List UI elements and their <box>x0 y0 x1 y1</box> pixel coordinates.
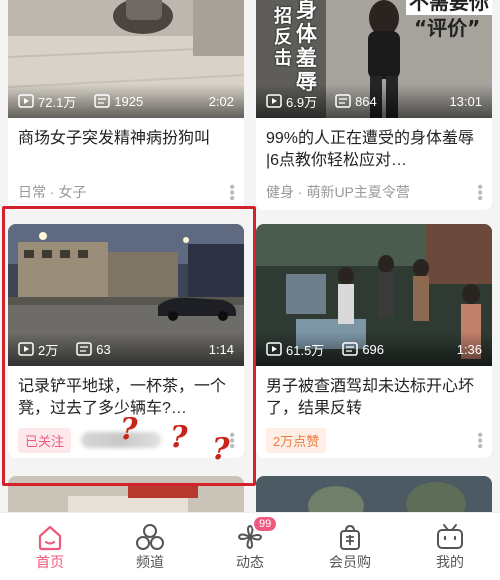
video-card-partial[interactable] <box>256 476 492 512</box>
more-options-icon[interactable]: ••• <box>471 432 488 449</box>
danmaku-count: 1925 <box>114 93 144 109</box>
view-count: 61.5万 <box>286 342 325 358</box>
video-category[interactable]: 健身 · 萌新UP主夏令营 <box>266 182 410 202</box>
more-options-icon[interactable]: ••• <box>223 184 240 201</box>
shopping-bag-icon <box>340 524 360 550</box>
tab-label: 我的 <box>436 553 464 570</box>
thumbnail-stats: 72.1万 1925 2:02 <box>8 84 244 118</box>
video-card[interactable]: 招反击 身体羞辱 不需要你 “评价” 6.9万 864 13:01 99%的人正… <box>256 0 492 210</box>
video-duration: 13:01 <box>449 93 482 109</box>
tab-channel[interactable]: 频道 <box>100 513 200 580</box>
video-card[interactable]: 61.5万 696 1:36 男子被查酒驾却未达标开心坏了，结果反转 2万点赞 … <box>256 224 492 458</box>
more-options-icon[interactable]: ••• <box>471 184 488 201</box>
video-title[interactable]: 99%的人正在遭受的身体羞辱 |6点教你轻松应对… <box>256 118 492 174</box>
video-thumbnail[interactable]: 61.5万 696 1:36 <box>256 224 492 366</box>
home-icon <box>38 525 62 550</box>
tv-icon <box>437 523 463 549</box>
play-count-icon <box>18 94 34 108</box>
channel-icon <box>136 523 164 550</box>
video-duration: 2:02 <box>208 93 234 109</box>
tab-dynamic[interactable]: 99 动态 <box>200 513 300 580</box>
cover-text-left: 招反击 <box>274 6 292 69</box>
tab-label: 会员购 <box>329 553 371 570</box>
video-feed: 72.1万 1925 2:02 商场女子突发精神病扮狗叫 日常 · 女子 ••• <box>0 0 500 512</box>
thumbnail-stats: 61.5万 696 1:36 <box>256 332 492 366</box>
tab-mine[interactable]: 我的 <box>400 513 500 580</box>
view-count: 6.9万 <box>286 94 318 110</box>
video-title[interactable]: 商场女子突发精神病扮狗叫 <box>8 118 244 174</box>
video-thumbnail[interactable]: 72.1万 1925 2:02 <box>8 0 244 118</box>
video-thumbnail[interactable]: 招反击 身体羞辱 不需要你 “评价” 6.9万 864 13:01 <box>256 0 492 118</box>
bottom-tab-bar: 首页 频道 99 动态 会员购 我的 <box>0 512 500 580</box>
thumbnail-image <box>256 476 492 512</box>
cover-text-quote: “评价” <box>414 16 481 40</box>
danmaku-count: 696 <box>362 341 385 357</box>
annotation-question-mark: ? <box>170 420 188 455</box>
annotation-question-mark: ? <box>212 432 230 467</box>
video-category[interactable]: 日常 · 女子 <box>18 182 86 202</box>
video-duration: 1:36 <box>456 341 482 357</box>
tab-vip-shop[interactable]: 会员购 <box>300 513 400 580</box>
danmaku-icon <box>342 342 359 356</box>
tab-label: 首页 <box>36 553 64 570</box>
danmaku-count: 864 <box>355 93 377 109</box>
play-count-icon <box>266 94 282 108</box>
tab-home[interactable]: 首页 <box>0 513 100 580</box>
play-count-icon <box>266 342 282 356</box>
tab-label: 动态 <box>236 553 264 570</box>
likes-tag: 2万点赞 <box>266 427 327 453</box>
video-title[interactable]: 男子被查酒驾却未达标开心坏了，结果反转 <box>256 366 492 422</box>
video-card[interactable]: 72.1万 1925 2:02 商场女子突发精神病扮狗叫 日常 · 女子 ••• <box>8 0 244 210</box>
danmaku-icon <box>94 94 111 108</box>
annotation-question-mark: ? <box>120 412 138 447</box>
danmaku-icon <box>335 94 351 108</box>
tab-label: 频道 <box>136 553 164 570</box>
notification-badge: 99 <box>252 515 279 533</box>
cover-text-mid: 身体羞辱 <box>296 0 317 94</box>
thumbnail-stats: 6.9万 864 13:01 <box>256 84 492 118</box>
view-count: 72.1万 <box>38 94 77 110</box>
